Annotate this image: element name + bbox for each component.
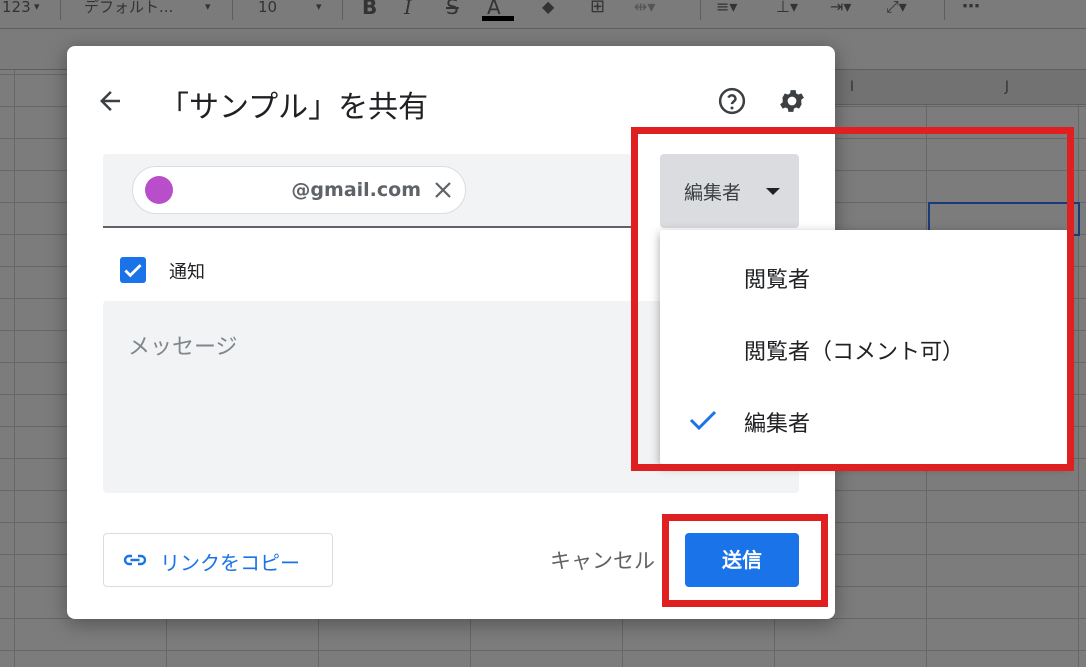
chevron-down-icon: ▾	[316, 0, 322, 13]
gear-icon	[780, 90, 804, 112]
text-color-button[interactable]: A	[487, 0, 501, 28]
horizontal-align-icon[interactable]: ≡▾	[716, 0, 737, 28]
recipient-chip[interactable]: @gmail.com	[132, 166, 466, 214]
merge-cells-icon[interactable]: ⇹▾	[634, 0, 655, 28]
toolbar-divider	[342, 0, 343, 20]
text-color-bar	[482, 16, 514, 21]
notify-label: 通知	[169, 262, 205, 283]
settings-button[interactable]	[777, 86, 807, 116]
fill-color-icon[interactable]: ◆	[542, 0, 554, 28]
more-options-button[interactable]: ⋯	[962, 0, 980, 28]
remove-recipient-button[interactable]	[431, 178, 455, 202]
recipient-email: @gmail.com	[291, 179, 421, 201]
link-icon	[123, 554, 147, 566]
borders-icon[interactable]: ⊞	[590, 0, 605, 28]
close-icon	[435, 182, 451, 198]
text-rotate-icon[interactable]: ⤢▾	[886, 0, 907, 28]
back-button[interactable]	[95, 86, 125, 116]
bold-button[interactable]: B	[362, 0, 377, 28]
dialog-title: 「サンプル」を共有	[159, 90, 429, 125]
chevron-down-icon: ▾	[34, 0, 40, 13]
cancel-button[interactable]: キャンセル	[550, 545, 655, 575]
italic-button[interactable]: I	[404, 0, 412, 28]
toolbar-divider	[700, 0, 701, 20]
vertical-align-icon[interactable]: ⊥▾	[776, 0, 798, 28]
copy-link-button[interactable]: リンクをコピー	[103, 533, 333, 587]
text-wrap-icon[interactable]: ⇥▾	[830, 0, 851, 28]
message-placeholder: メッセージ	[128, 335, 238, 360]
sheets-toolbar: 123 ▾ デフォルト... ▾ 10 ▾ B I S A ◆ ⊞ ⇹▾ ≡▾ …	[0, 0, 1086, 29]
toolbar-divider	[60, 0, 61, 20]
notify-checkbox[interactable]	[120, 257, 146, 283]
strikethrough-button[interactable]: S	[446, 0, 459, 28]
copy-link-label: リンクをコピー	[160, 551, 300, 575]
toolbar-divider	[944, 0, 945, 20]
send-button-highlight	[662, 514, 828, 607]
role-menu-highlight	[631, 127, 1074, 471]
number-format-button[interactable]: 123	[2, 0, 31, 28]
toolbar-divider	[232, 0, 233, 20]
chevron-down-icon: ▾	[205, 0, 211, 13]
column-header-j[interactable]: J	[928, 70, 1086, 105]
help-icon	[718, 87, 746, 115]
arrow-back-icon	[100, 91, 120, 111]
font-size-select[interactable]: 10	[258, 0, 277, 28]
font-family-select[interactable]: デフォルト...	[84, 0, 173, 28]
checkmark-icon	[124, 264, 142, 278]
recipient-input[interactable]: @gmail.com	[103, 154, 631, 228]
avatar	[145, 176, 173, 204]
help-button[interactable]	[717, 86, 747, 116]
